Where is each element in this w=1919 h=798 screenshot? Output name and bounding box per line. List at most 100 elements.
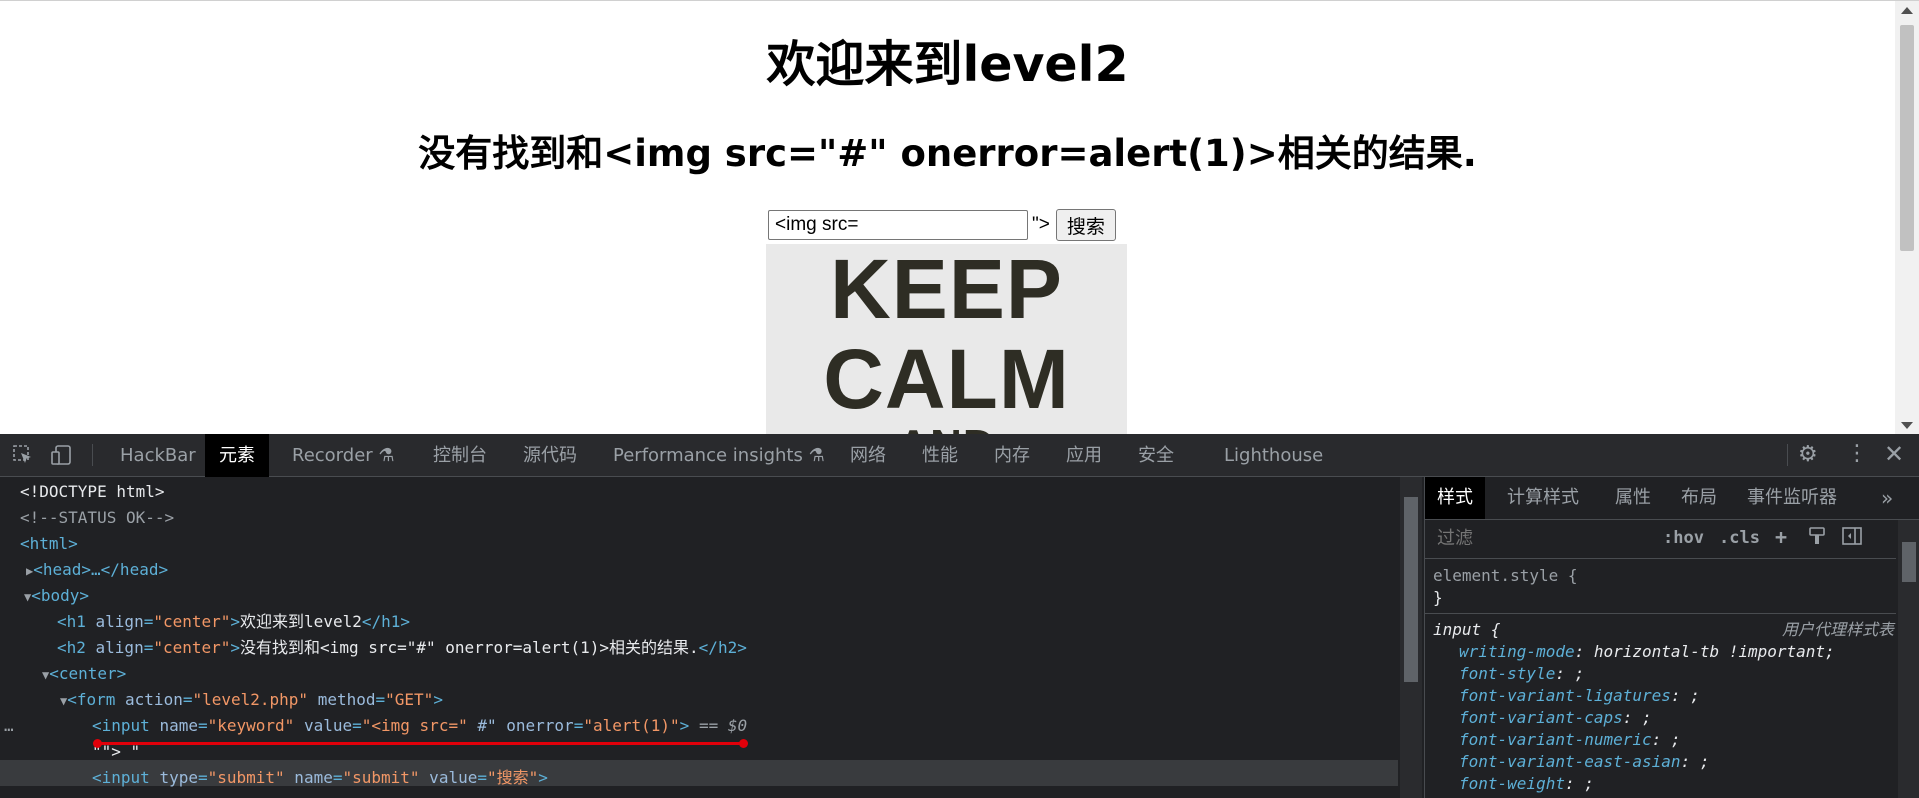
center-tag: <center> (49, 664, 127, 683)
tab-layout[interactable]: 布局 (1669, 477, 1729, 519)
tab-elements[interactable]: 元素 (205, 434, 269, 477)
tab-recorder[interactable]: Recorder ⚗ (278, 434, 409, 477)
html-tag: <html> (20, 534, 78, 553)
style-property[interactable]: font-variant-caps: ; (1459, 707, 1652, 729)
h2-text: 没有找到和<img src="#" onerror=alert(1)>相关的结果… (240, 638, 699, 657)
dom-line[interactable]: <!DOCTYPE html> (20, 479, 165, 505)
tab-console[interactable]: 控制台 (419, 434, 501, 477)
rule-close-brace: } (1433, 588, 1443, 607)
elements-scrollbar[interactable] (1400, 477, 1422, 798)
dom-line[interactable]: ▼<center> (42, 661, 126, 687)
style-property[interactable]: font-style: ; (1459, 663, 1584, 685)
input-extra-attr: #" (477, 716, 497, 735)
toolbar-divider (1787, 444, 1788, 466)
devtools-tabbar: HackBar 元素 Recorder ⚗ 控制台 源代码 Performanc… (0, 434, 1919, 477)
tab-event-listeners[interactable]: 事件监听器 (1735, 477, 1849, 519)
search-button[interactable]: 搜索 (1055, 209, 1116, 241)
dom-line[interactable]: <h1 align="center">欢迎来到level2</h1> (57, 609, 410, 635)
poster-line: CALM (823, 332, 1070, 426)
close-icon[interactable]: ✕ (1884, 440, 1904, 468)
selected-node-marker: == $0 (698, 716, 748, 735)
tab-computed[interactable]: 计算样式 (1495, 477, 1591, 519)
keep-calm-image: KEEP CALM AND (766, 244, 1127, 434)
style-property[interactable]: font-variant-east-asian: ; (1459, 751, 1709, 773)
tab-performance[interactable]: 性能 (908, 434, 972, 477)
submit-name-value: "submit" (342, 768, 420, 787)
injected-text: "> (1032, 214, 1050, 235)
more-tabs-chevron-icon[interactable]: » (1869, 477, 1905, 519)
input-onerror-value: "alert(1)" (583, 716, 680, 735)
keyword-input[interactable] (768, 210, 1028, 240)
poster-line: KEEP (830, 244, 1063, 336)
paint-brush-icon[interactable] (1807, 526, 1827, 551)
element-style-selector: element.style { (1433, 566, 1578, 585)
input-name-value: "keyword" (207, 716, 295, 735)
submit-value-value: "搜索" (486, 768, 539, 787)
style-property[interactable]: font-variant-ligatures: ; (1459, 685, 1700, 707)
scrollbar-thumb[interactable] (1902, 542, 1916, 582)
style-property[interactable]: font-variant-numeric: ; (1459, 729, 1681, 751)
tab-properties[interactable]: 属性 (1603, 477, 1663, 519)
tab-performance-insights[interactable]: Performance insights ⚗ (599, 434, 839, 477)
devtools-panel: HackBar 元素 Recorder ⚗ 控制台 源代码 Performanc… (0, 434, 1919, 798)
style-property[interactable]: writing-mode: horizontal-tb !important; (1459, 641, 1835, 663)
styles-pane: 样式 计算样式 属性 布局 事件监听器 » :hov .cls + elemen… (1424, 477, 1919, 798)
styles-scrollbar[interactable] (1898, 520, 1919, 798)
class-toggle[interactable]: .cls (1719, 528, 1760, 548)
dom-line[interactable]: <html> (20, 531, 78, 557)
styles-divider (1425, 558, 1896, 559)
tab-styles[interactable]: 样式 (1425, 477, 1485, 519)
style-property[interactable]: font-weight: ; (1459, 773, 1594, 795)
input-rule-selector[interactable]: input { (1433, 619, 1500, 641)
tab-network[interactable]: 网络 (836, 434, 900, 477)
page-heading: 欢迎来到level2 (766, 36, 1129, 93)
h1-text: 欢迎来到level2 (240, 612, 362, 631)
dom-line[interactable]: ▶<head>…</head> (26, 557, 168, 583)
settings-gear-icon[interactable]: ⚙ (1798, 442, 1818, 467)
dom-line-selected[interactable]: <input name="keyword" value="<img src=" … (92, 713, 747, 739)
head-tag: <head>…</head> (33, 560, 169, 579)
styles-tabbar: 样式 计算样式 属性 布局 事件监听器 » (1425, 477, 1919, 520)
web-page: 欢迎来到level2 没有找到和<img src="#" onerror=ale… (0, 0, 1919, 434)
dom-line[interactable]: <h2 align="center">没有找到和<img src="#" one… (57, 635, 747, 661)
hover-state-toggle[interactable]: :hov (1663, 528, 1704, 548)
toggle-sidebar-icon[interactable] (1841, 526, 1863, 551)
elements-dom-tree[interactable]: <!DOCTYPE html> <!--STATUS OK--> <html> … (0, 477, 1398, 798)
result-message: 没有找到和<img src="#" onerror=alert(1)>相关的结果… (418, 132, 1477, 175)
more-options-icon[interactable]: ⋮ (1846, 441, 1868, 466)
dom-line[interactable]: ▼<body> (24, 583, 89, 609)
add-rule-icon[interactable]: + (1775, 525, 1787, 549)
styles-filter-input[interactable] (1433, 525, 1661, 551)
tab-memory[interactable]: 内存 (980, 434, 1044, 477)
element-style-rule[interactable]: element.style { (1433, 565, 1578, 587)
dom-line[interactable]: ▼<form action="level2.php" method="GET"> (60, 687, 443, 713)
tab-lighthouse[interactable]: Lighthouse (1210, 434, 1337, 477)
tab-security[interactable]: 安全 (1124, 434, 1188, 477)
poster-line: AND (897, 424, 995, 435)
toolbar-divider (92, 444, 93, 466)
form-method-value: "GET" (385, 690, 434, 709)
tab-application[interactable]: 应用 (1052, 434, 1116, 477)
tab-hackbar[interactable]: HackBar (106, 434, 210, 477)
search-form: "> 搜索 (768, 208, 1116, 242)
annotation-dot (739, 739, 748, 748)
scroll-down-icon[interactable] (1901, 422, 1913, 429)
tab-sources[interactable]: 源代码 (509, 434, 591, 477)
body-tag: <body> (31, 586, 90, 605)
page-scrollbar[interactable] (1895, 1, 1919, 434)
scrollbar-thumb[interactable] (1900, 25, 1914, 251)
inspect-element-icon[interactable] (12, 444, 34, 471)
device-toolbar-icon[interactable] (50, 444, 74, 471)
dom-line[interactable]: <input type="submit" name="submit" value… (92, 765, 548, 791)
annotation-dot (93, 739, 102, 748)
scroll-up-icon[interactable] (1901, 7, 1913, 14)
status-comment: <!--STATUS OK--> (20, 508, 175, 527)
node-actions-ellipsis[interactable]: … (4, 713, 14, 739)
styles-divider (1425, 613, 1896, 614)
doctype: <!DOCTYPE html> (20, 482, 165, 501)
scrollbar-thumb[interactable] (1404, 497, 1418, 682)
styles-filter-row: :hov .cls + (1425, 520, 1896, 558)
submit-type-value: "submit" (207, 768, 285, 787)
annotation-underline (97, 742, 743, 745)
dom-line[interactable]: <!--STATUS OK--> (20, 505, 174, 531)
